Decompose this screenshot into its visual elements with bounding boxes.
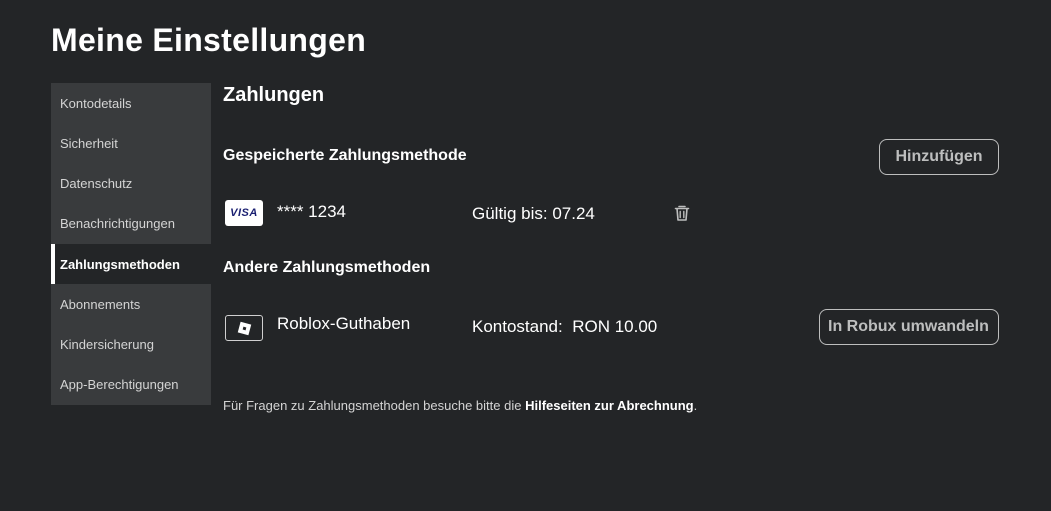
help-note-suffix: . bbox=[693, 398, 698, 413]
card-number: **** 1234 bbox=[277, 202, 347, 221]
help-note-text: Für Fragen zu Zahlungsmethoden besuche b… bbox=[223, 398, 526, 413]
sidebar-item-datenschutz[interactable]: Datenschutz bbox=[51, 164, 211, 204]
sidebar-item-kindersicherung[interactable]: Kindersicherung bbox=[51, 325, 211, 365]
trash-icon[interactable] bbox=[673, 204, 691, 222]
expiry-label: Gültig bis: bbox=[472, 204, 548, 223]
expiry-value: 07.24 bbox=[552, 204, 595, 223]
roblox-logo-shape bbox=[237, 321, 251, 335]
billing-help-note: Für Fragen zu Zahlungsmethoden besuche b… bbox=[223, 398, 697, 413]
saved-methods-heading: Gespeicherte Zahlungsmethode bbox=[223, 147, 467, 164]
add-payment-button[interactable]: Hinzufügen bbox=[879, 139, 999, 175]
section-title: Zahlungen bbox=[223, 84, 325, 106]
payments-panel: Zahlungen Gespeicherte Zahlungsmethode H… bbox=[223, 0, 1023, 511]
settings-sidebar: Kontodetails Sicherheit Datenschutz Bena… bbox=[51, 83, 211, 405]
roblox-credit-label: Roblox-Guthaben bbox=[277, 314, 411, 333]
sidebar-item-benachrichtigungen[interactable]: Benachrichtigungen bbox=[51, 204, 211, 244]
balance-label: Kontostand: bbox=[472, 317, 563, 336]
visa-card-icon: VISA bbox=[225, 200, 263, 226]
other-methods-heading: Andere Zahlungsmethoden bbox=[223, 259, 431, 276]
sidebar-item-abonnements[interactable]: Abonnements bbox=[51, 284, 211, 324]
sidebar-item-app-berechtigungen[interactable]: App-Berechtigungen bbox=[51, 365, 211, 405]
sidebar-item-zahlungsmethoden[interactable]: Zahlungsmethoden bbox=[51, 244, 211, 285]
sidebar-item-sicherheit[interactable]: Sicherheit bbox=[51, 123, 211, 163]
billing-help-link[interactable]: Hilfeseiten zur Abrechnung bbox=[525, 398, 694, 413]
convert-to-robux-button[interactable]: In Robux umwandeln bbox=[819, 309, 999, 345]
balance-value: RON 10.00 bbox=[572, 317, 658, 336]
credit-balance: Kontostand: RON 10.00 bbox=[472, 317, 657, 337]
visa-brand-label: VISA bbox=[230, 207, 258, 219]
card-expiry: Gültig bis: 07.24 bbox=[472, 204, 595, 224]
sidebar-item-kontodetails[interactable]: Kontodetails bbox=[51, 83, 211, 123]
roblox-icon bbox=[225, 315, 263, 341]
